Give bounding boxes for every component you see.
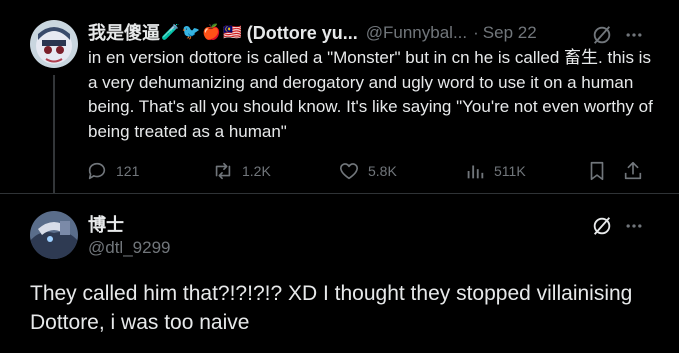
- repost-icon: [215, 162, 231, 180]
- repost-count: 1.2K: [242, 163, 271, 179]
- reply-count: 121: [116, 163, 140, 179]
- views-count: 511K: [494, 163, 526, 179]
- tweet-text: in en version dottore is called a "Monst…: [88, 48, 653, 141]
- grok-icon[interactable]: [590, 214, 614, 238]
- display-name[interactable]: 我是傻逼: [88, 22, 160, 44]
- bookmark-icon: [590, 161, 604, 181]
- display-name[interactable]: 博士: [88, 214, 124, 236]
- parent-tweet[interactable]: 我是傻逼 🧪 🐦 🍎 🇲🇾 (Dottore yu... @Funnybal..…: [0, 0, 679, 193]
- like-count: 5.8K: [368, 163, 397, 179]
- more-icon[interactable]: [622, 23, 646, 47]
- handle[interactable]: @Funnybal...: [366, 22, 467, 44]
- apple-emoji: 🍎: [202, 24, 222, 41]
- share-icon: [624, 161, 642, 180]
- tweet-date[interactable]: Sep 22: [483, 22, 537, 44]
- avatar[interactable]: [30, 20, 78, 68]
- avatar[interactable]: [30, 211, 78, 259]
- grok-icon[interactable]: [590, 23, 614, 47]
- views-icon: [467, 165, 484, 179]
- tweet-header: 我是傻逼 🧪 🐦 🍎 🇲🇾 (Dottore yu... @Funnybal..…: [88, 22, 537, 44]
- display-name-suffix[interactable]: (Dottore yu...: [247, 22, 358, 44]
- malaysia-flag-emoji: 🇲🇾: [223, 24, 242, 41]
- handle-row: @dtl_9299: [88, 237, 171, 259]
- handle[interactable]: @dtl_9299: [88, 237, 171, 259]
- test-tube-emoji: 🧪: [161, 24, 180, 41]
- tweet-header: 博士: [88, 214, 124, 236]
- reply-button[interactable]: 121: [86, 160, 139, 182]
- bird-emoji: 🐦: [181, 24, 201, 41]
- repost-button[interactable]: 1.2K: [212, 160, 271, 182]
- separator: ·: [473, 23, 479, 42]
- action-bar: 121 1.2K 5.8K 511K: [86, 160, 656, 186]
- bookmark-button[interactable]: [586, 160, 608, 182]
- share-button[interactable]: [622, 160, 644, 182]
- reply-icon: [88, 162, 106, 180]
- more-icon[interactable]: [622, 214, 646, 238]
- thread-connector-line: [53, 75, 55, 193]
- views-button[interactable]: 511K: [464, 160, 526, 182]
- tweet-text: They called him that?!?!?!? XD I thought…: [30, 282, 633, 334]
- like-icon: [339, 163, 359, 180]
- like-button[interactable]: 5.8K: [338, 160, 397, 182]
